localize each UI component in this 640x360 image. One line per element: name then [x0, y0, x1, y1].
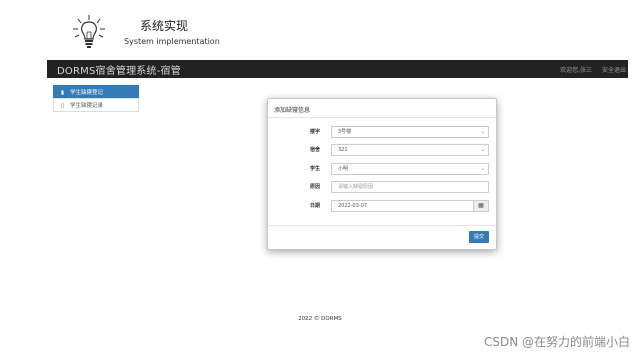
bookmark-icon: ▮ [61, 90, 65, 96]
modal-footer-divider [268, 225, 496, 226]
date-input[interactable]: 2022-03-07 ▦ [331, 200, 489, 212]
chevron-down-icon: ⌄ [480, 166, 485, 172]
sidebar-item-label: 学生缺寝记录 [70, 103, 104, 109]
chevron-down-icon: ⌄ [480, 129, 485, 135]
sidebar-item-absence-records[interactable]: ▯ 学生缺寝记录 [53, 98, 139, 112]
date-label: 日期 [309, 203, 320, 209]
brand-title-cn: 系统实现 [140, 19, 189, 33]
modal-title: 添加缺寝信息 [274, 107, 311, 114]
form-row-dorm: 宿舍 321 ⌄ [268, 144, 496, 156]
building-select-value: 3号楼 [338, 129, 352, 135]
reason-label: 原因 [309, 184, 320, 190]
chevron-down-icon: ⌄ [480, 147, 485, 153]
sidebar: ▮ 学生缺寝登记 ▯ 学生缺寝记录 [53, 85, 139, 112]
bookmark-outline-icon: ▯ [61, 103, 65, 109]
dorm-label: 宿舍 [309, 147, 320, 153]
dorm-select-value: 321 [338, 147, 348, 153]
brand-title-en: System implementation [124, 37, 220, 46]
header-logo-area: 系统实现 System implementation [0, 0, 640, 58]
app-title[interactable]: DORMS宿舍管理系统-宿管 [57, 62, 181, 77]
calendar-icon[interactable]: ▦ [473, 201, 488, 211]
building-label: 楼宇 [309, 129, 320, 135]
sidebar-item-absence-register[interactable]: ▮ 学生缺寝登记 [53, 85, 139, 99]
form-row-date: 日期 2022-03-07 ▦ [268, 200, 496, 212]
date-input-value: 2022-03-07 [338, 203, 368, 209]
form-row-reason: 原因 请输入缺寝原因 [268, 181, 496, 193]
student-label: 学生 [309, 166, 320, 172]
lightbulb-icon [73, 15, 105, 48]
add-absence-modal: 添加缺寝信息 楼宇 3号楼 ⌄ 宿舍 321 ⌄ 学生 小明 ⌄ 原因 请输入缺… [267, 98, 497, 250]
top-navbar: DORMS宿舍管理系统-宿管 欢迎您,张三 安全退出 [47, 60, 628, 78]
logout-link[interactable]: 安全退出 [602, 65, 626, 74]
student-select-value: 小明 [338, 166, 349, 172]
form-row-student: 学生 小明 ⌄ [268, 163, 496, 175]
welcome-user-text[interactable]: 欢迎您,张三 [560, 65, 592, 74]
submit-button[interactable]: 提交 [469, 231, 489, 243]
building-select[interactable]: 3号楼 ⌄ [331, 126, 489, 138]
reason-input[interactable]: 请输入缺寝原因 [331, 181, 489, 193]
modal-header-divider [268, 117, 496, 118]
form-row-building: 楼宇 3号楼 ⌄ [268, 126, 496, 138]
csdn-watermark: CSDN @在努力的前端小白 [483, 335, 630, 349]
page-footer: 2022 © DORMS [298, 316, 342, 322]
dorm-select[interactable]: 321 ⌄ [331, 144, 489, 156]
student-select[interactable]: 小明 ⌄ [331, 163, 489, 175]
sidebar-item-label: 学生缺寝登记 [70, 90, 104, 96]
